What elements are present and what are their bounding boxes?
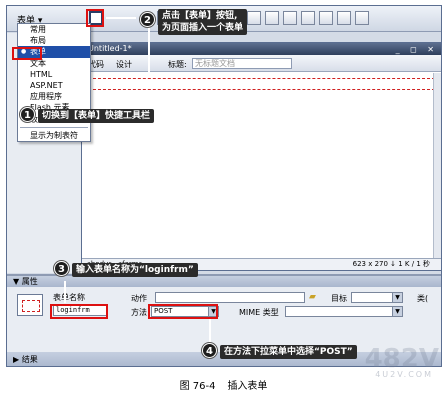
folder-browse-icon[interactable]: ▰ — [309, 292, 316, 302]
target-label: 目标 — [331, 294, 347, 303]
mime-type-select[interactable]: ▼ — [285, 306, 403, 317]
callout-text-3: 输入表单名称为“loginfrm” — [72, 263, 198, 277]
page-title-input[interactable]: 无标题文档 — [192, 58, 292, 69]
menu-item-application[interactable]: 应用程序 — [18, 91, 90, 102]
button-icon[interactable] — [337, 11, 351, 25]
chevron-down-icon: ▼ — [392, 307, 402, 316]
leader-4 — [209, 319, 211, 345]
callout-text-2: 点击【表单】按钮, 为页面插入一个表单 — [158, 9, 248, 35]
callout-number-3: 3 — [54, 261, 69, 276]
figure-caption: 图 76-4 插入表单 — [0, 377, 447, 392]
callout-text-1: 切换到【表单】快捷工具栏 — [38, 109, 155, 123]
vertical-scrollbar[interactable] — [433, 73, 441, 259]
chevron-down-icon: ▼ — [392, 293, 402, 302]
form-icon — [17, 294, 43, 316]
leader-3 — [64, 281, 66, 303]
highlight-method — [148, 304, 218, 319]
callout-text-4: 在方法下拉菜单中选择“POST” — [220, 345, 357, 359]
callout-number-2: 2 — [140, 12, 155, 27]
callout-number-4: 4 — [202, 343, 217, 358]
leader-2 — [148, 26, 150, 78]
radio-group-icon[interactable] — [247, 11, 261, 25]
menu-item-layout[interactable]: 布局 — [18, 35, 90, 46]
menu-item-common[interactable]: 常用 — [18, 24, 90, 35]
menu-item-html[interactable]: HTML — [18, 69, 90, 80]
inserted-form-outline[interactable] — [88, 78, 435, 90]
document-toolbar: 代码 设计 标题: 无标题文档 — [82, 55, 441, 72]
figure-number: 图 76-4 — [179, 381, 216, 392]
menu-item-show-as-tabs[interactable]: 显示为制表符 — [18, 130, 90, 141]
menu-item-aspnet[interactable]: ASP.NET — [18, 80, 90, 91]
figure-title: 插入表单 — [227, 381, 268, 392]
action-input[interactable] — [155, 292, 305, 303]
design-view[interactable] — [82, 73, 441, 259]
menu-separator — [20, 126, 88, 128]
mime-type-label: MIME 类型 — [239, 308, 279, 317]
category-menu: 常用 布局 表单 文本 HTML ASP.NET 应用程序 Flash 元素 收… — [17, 23, 91, 142]
design-view-button[interactable]: 设计 — [116, 59, 132, 70]
action-label: 动作 — [131, 294, 147, 303]
list-menu-icon[interactable] — [265, 11, 279, 25]
target-select[interactable]: ▼ — [351, 292, 403, 303]
highlight-form-name — [50, 304, 108, 319]
highlight-form-button — [86, 9, 104, 27]
document-tab[interactable]: Untitled-1* _ ◻ ✕ — [82, 43, 441, 55]
class-label: 类( — [417, 294, 429, 303]
document-title: Untitled-1* — [88, 44, 132, 53]
window-size-info: 623 x 270 ↓ 1 K / 1 秒 — [352, 260, 430, 268]
jump-menu-icon[interactable] — [283, 11, 297, 25]
properties-header[interactable]: ▼ 属性 — [7, 276, 441, 287]
label-icon[interactable] — [355, 11, 369, 25]
method-label: 方法 — [131, 308, 147, 317]
callout-number-1: 1 — [20, 107, 35, 122]
arrow-2 — [106, 17, 136, 19]
image-field-icon[interactable] — [301, 11, 315, 25]
form-name-label: 表单名称 — [53, 293, 85, 302]
document-window: Untitled-1* _ ◻ ✕ 代码 设计 标题: 无标题文档 <body>… — [81, 42, 441, 271]
file-field-icon[interactable] — [319, 11, 333, 25]
title-label: 标题: — [168, 60, 187, 69]
highlight-form-category — [12, 47, 42, 60]
